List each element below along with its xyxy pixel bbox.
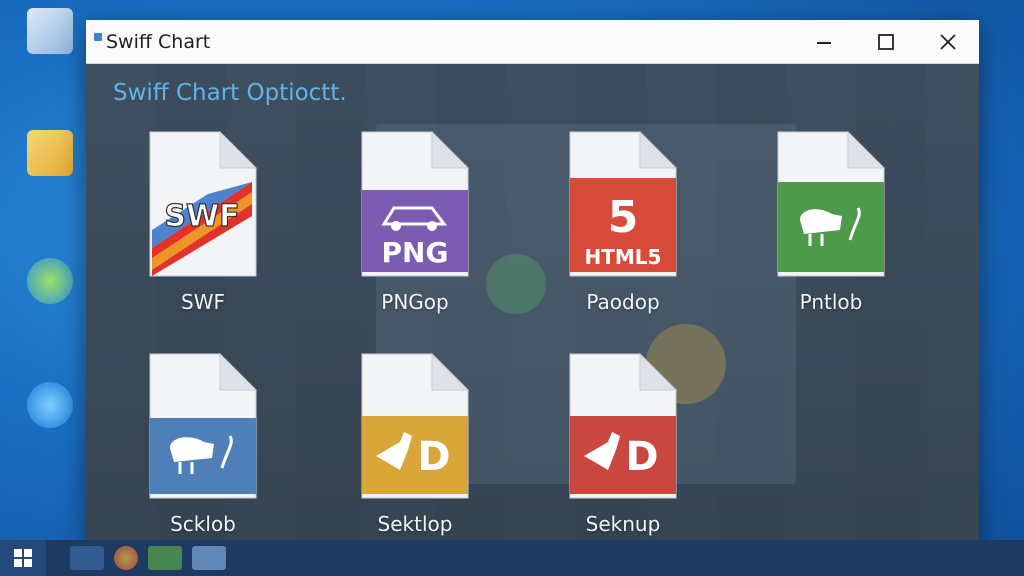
title-bar[interactable]: Swiff Chart	[86, 20, 979, 64]
svg-text:D: D	[625, 434, 658, 480]
tile-blue[interactable]: Scklob	[128, 352, 278, 536]
html5-file-icon: 5 HTML5	[568, 130, 678, 278]
svg-text:D: D	[417, 434, 450, 480]
tile-label: SWF	[181, 290, 225, 314]
png-file-icon: PNG	[360, 130, 470, 278]
taskbar-app-browser[interactable]	[114, 546, 138, 570]
options-heading: Swiff Chart Optioctt.	[113, 80, 347, 106]
close-button[interactable]	[917, 20, 979, 63]
tile-red[interactable]: D Seknup	[548, 352, 698, 536]
desktop-icon-4[interactable]	[14, 382, 86, 432]
ie-icon	[27, 382, 73, 428]
tile-png[interactable]: PNG PNGop	[340, 130, 490, 314]
windows-logo-icon	[14, 549, 32, 567]
green-file-icon	[776, 130, 886, 278]
svg-text:5: 5	[608, 192, 639, 243]
tile-html5[interactable]: 5 HTML5 Paodop	[548, 130, 698, 314]
app-window: Swiff Chart Swiff Chart Optioctt. SWF SW…	[86, 20, 979, 548]
svg-text:SWF: SWF	[164, 199, 239, 234]
tile-label: PNGop	[381, 290, 449, 314]
taskbar-app-2[interactable]	[192, 546, 226, 570]
desktop-icon-3[interactable]	[14, 258, 86, 308]
tile-yellow[interactable]: D Sektlop	[340, 352, 490, 536]
tile-green[interactable]: Pntlob	[756, 130, 906, 314]
globe-icon	[27, 258, 73, 304]
taskbar-app-1[interactable]	[148, 546, 182, 570]
yellow-file-icon: D	[360, 352, 470, 500]
tile-label: Scklob	[170, 512, 236, 536]
taskbar	[0, 540, 1024, 576]
window-content: Swiff Chart Optioctt. SWF SWF PNG PNGop …	[86, 64, 979, 548]
tile-label: Pntlob	[799, 290, 863, 314]
desktop-icon-2[interactable]	[14, 130, 86, 180]
tile-label: Sektlop	[377, 512, 453, 536]
svg-text:HTML5: HTML5	[585, 245, 662, 269]
window-title: Swiff Chart	[106, 30, 211, 53]
start-button[interactable]	[0, 540, 46, 576]
maximize-button[interactable]	[855, 20, 917, 63]
computer-icon	[27, 8, 73, 54]
swf-file-icon: SWF	[148, 130, 258, 278]
blue-file-icon	[148, 352, 258, 500]
svg-text:PNG: PNG	[382, 236, 449, 269]
minimize-icon	[817, 41, 831, 44]
tile-label: Seknup	[585, 512, 661, 536]
app-icon	[94, 32, 102, 41]
window-controls	[793, 20, 979, 63]
desktop-icon-1[interactable]	[14, 8, 86, 58]
red-file-icon: D	[568, 352, 678, 500]
taskbar-app-explorer[interactable]	[70, 546, 104, 570]
maximize-icon	[878, 33, 894, 50]
tile-swf[interactable]: SWF SWF	[128, 130, 278, 314]
background-decoration	[486, 254, 546, 314]
minimize-button[interactable]	[793, 20, 855, 63]
tile-label: Paodop	[586, 290, 660, 314]
close-icon	[940, 33, 956, 50]
folder-icon	[27, 130, 73, 176]
